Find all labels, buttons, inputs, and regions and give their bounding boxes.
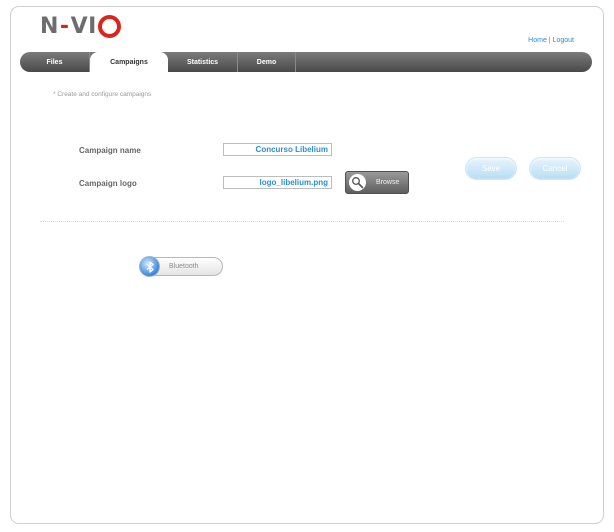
main-nav: Files Campaigns Statistics Demo bbox=[20, 52, 592, 72]
tab-demo[interactable]: Demo bbox=[238, 52, 296, 72]
logo-ring-icon bbox=[97, 14, 121, 38]
tab-campaigns[interactable]: Campaigns bbox=[90, 52, 168, 72]
tab-statistics[interactable]: Statistics bbox=[168, 52, 238, 72]
tab-files[interactable]: Files bbox=[20, 52, 90, 72]
logo-letter-n: N bbox=[40, 13, 59, 39]
logout-link[interactable]: Logout bbox=[553, 37, 574, 44]
campaign-name-label: Campaign name bbox=[79, 146, 141, 155]
top-links: Home | Logout bbox=[528, 37, 574, 44]
nvio-logo: N - VI bbox=[40, 12, 121, 40]
logo-dash: - bbox=[59, 13, 70, 39]
bluetooth-icon bbox=[139, 256, 160, 277]
magnifier-icon bbox=[349, 174, 366, 191]
browse-button[interactable]: Browse bbox=[345, 171, 409, 194]
save-button[interactable]: Save bbox=[465, 157, 517, 180]
bluetooth-button[interactable]: Bluetooth bbox=[139, 256, 223, 277]
page-hint: * Create and configure campaigns bbox=[53, 91, 152, 98]
bluetooth-label: Bluetooth bbox=[169, 263, 199, 270]
app-frame bbox=[10, 6, 604, 524]
cancel-button[interactable]: Cancel bbox=[529, 157, 581, 180]
campaign-name-input[interactable]: Concurso Libelium bbox=[223, 143, 332, 156]
campaign-logo-label: Campaign logo bbox=[79, 179, 137, 188]
section-divider bbox=[40, 221, 564, 222]
campaign-logo-input[interactable]: logo_libelium.png bbox=[223, 176, 332, 189]
browse-label: Browse bbox=[376, 179, 400, 186]
home-link[interactable]: Home bbox=[528, 37, 547, 44]
logo-letters-vi: VI bbox=[70, 13, 97, 39]
